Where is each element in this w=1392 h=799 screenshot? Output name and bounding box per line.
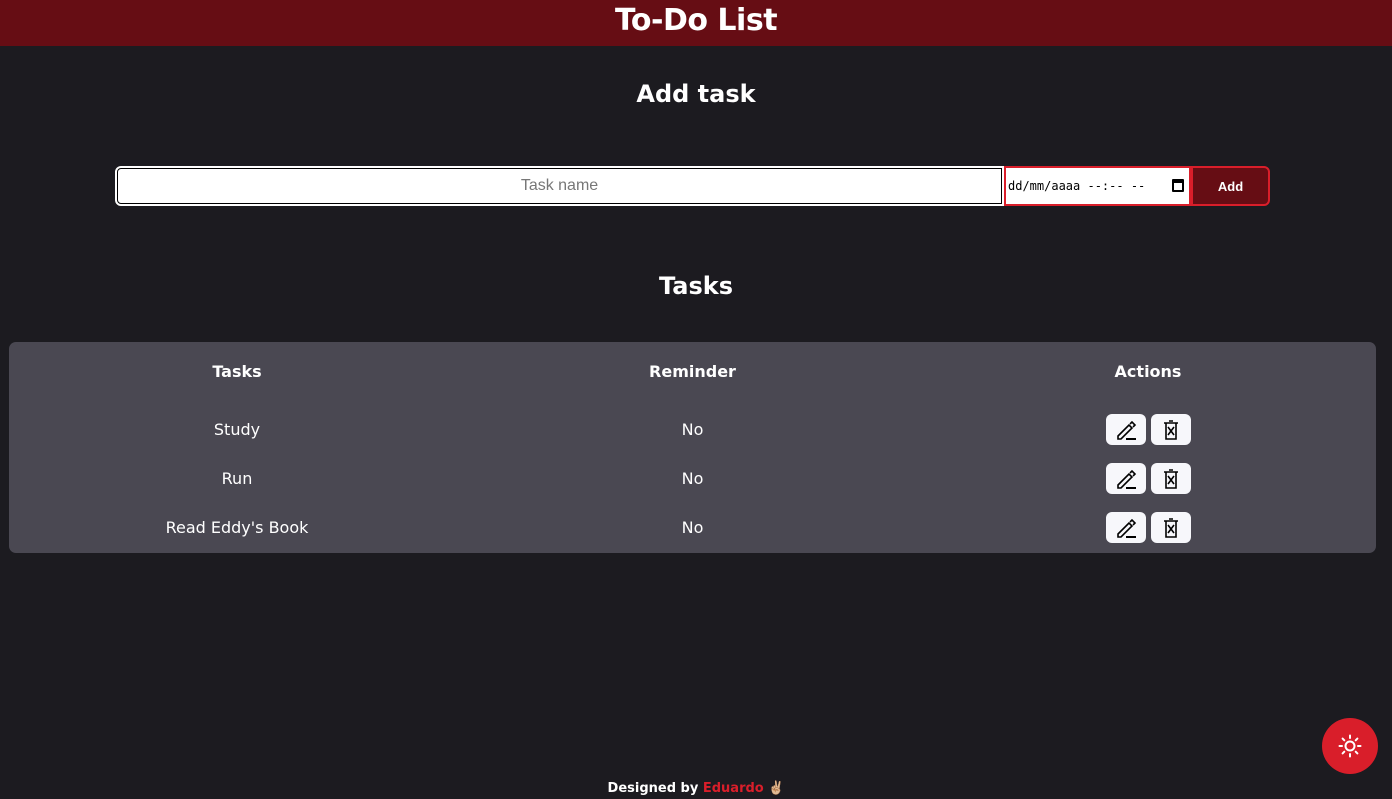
task-reminder-cell: No	[681, 518, 704, 537]
trash-x-icon	[1163, 468, 1178, 489]
tasks-table: Tasks Reminder Actions Study No Run No R…	[9, 342, 1376, 553]
add-task-form: dd/mm/aaaa --:-- -- Add	[115, 166, 1270, 206]
datetime-placeholder: dd/mm/aaaa --:-- --	[1008, 179, 1146, 193]
pencil-edit-icon	[1116, 469, 1136, 489]
task-name-input[interactable]	[115, 166, 1004, 206]
sun-icon	[1338, 734, 1362, 758]
pencil-edit-icon	[1116, 518, 1136, 538]
task-name-cell: Run	[221, 469, 253, 488]
pencil-edit-icon	[1116, 420, 1136, 440]
author-link[interactable]: Eduardo	[703, 781, 764, 796]
footer-prefix: Designed by	[607, 781, 699, 796]
column-header-actions: Actions	[1114, 362, 1182, 381]
task-actions	[920, 512, 1376, 544]
task-reminder-cell: No	[681, 420, 704, 439]
edit-task-button[interactable]	[1105, 463, 1146, 494]
delete-task-button[interactable]	[1150, 463, 1191, 494]
footer-emoji: ✌🏼	[768, 781, 785, 796]
trash-x-icon	[1163, 419, 1178, 440]
footer: Designed by Eduardo ✌🏼	[0, 781, 1392, 796]
tasks-title: Tasks	[658, 272, 733, 300]
delete-task-button[interactable]	[1150, 414, 1191, 445]
calendar-icon[interactable]	[1172, 179, 1184, 192]
add-task-button[interactable]: Add	[1191, 166, 1270, 206]
column-header-tasks: Tasks	[212, 362, 262, 381]
task-actions	[920, 414, 1376, 446]
column-header-reminder: Reminder	[649, 362, 736, 381]
reminder-datetime-input[interactable]: dd/mm/aaaa --:-- --	[1004, 166, 1191, 206]
app-header: To-Do List	[0, 0, 1392, 46]
delete-task-button[interactable]	[1150, 512, 1191, 543]
task-name-cell: Read Eddy's Book	[165, 518, 309, 537]
theme-toggle-button[interactable]	[1322, 718, 1378, 774]
edit-task-button[interactable]	[1105, 512, 1146, 543]
trash-x-icon	[1163, 517, 1178, 538]
task-reminder-cell: No	[681, 469, 704, 488]
add-task-title: Add task	[636, 80, 756, 108]
page-title: To-Do List	[614, 2, 778, 38]
edit-task-button[interactable]	[1105, 414, 1146, 445]
task-name-cell: Study	[213, 420, 261, 439]
task-actions	[920, 463, 1376, 495]
